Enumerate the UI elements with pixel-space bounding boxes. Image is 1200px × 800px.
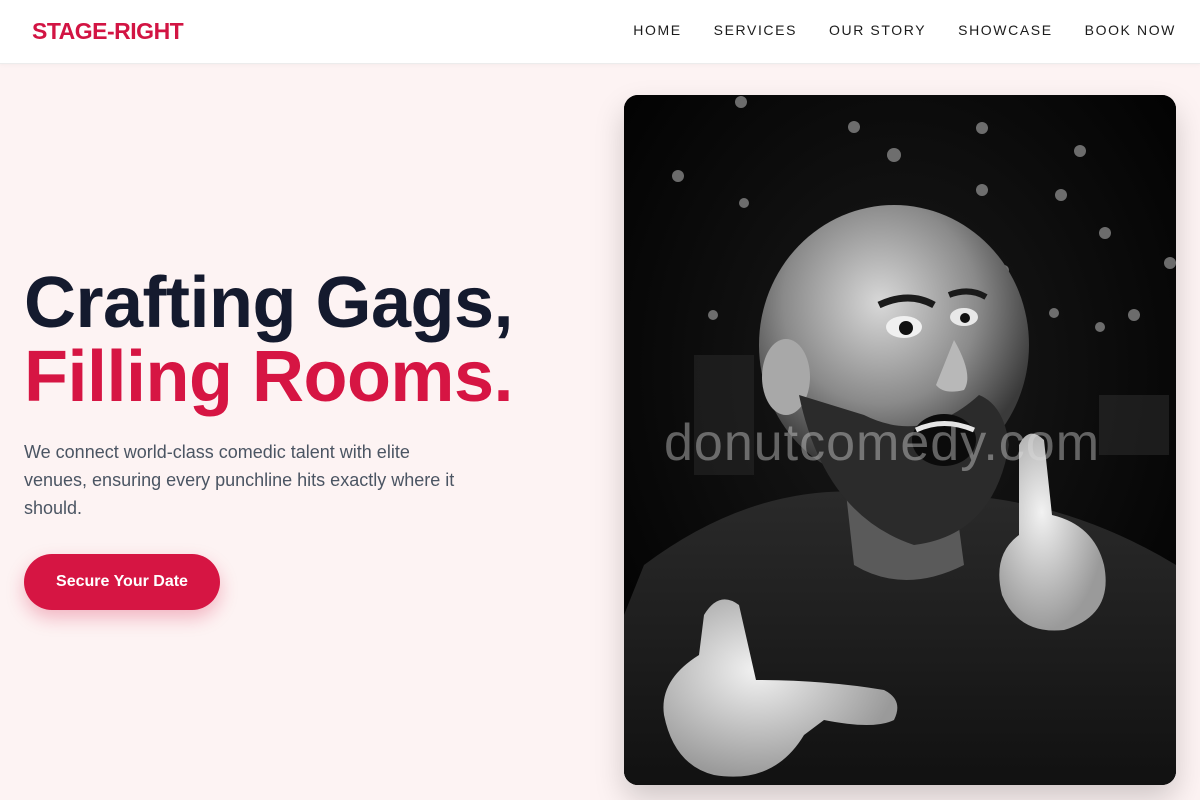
hero-subtext: We connect world-class comedic talent wi… <box>24 442 455 518</box>
nav-link-our-story[interactable]: OUR STORY <box>829 22 926 38</box>
nav-link-services[interactable]: SERVICES <box>714 22 797 38</box>
hero-photo: donutcomedy.com <box>624 95 1176 785</box>
nav-link-showcase[interactable]: SHOWCASE <box>958 22 1052 38</box>
hero-heading: Crafting Gags, Filling Rooms. <box>24 263 514 417</box>
hero-heading-line1: Crafting Gags, <box>24 263 514 343</box>
secure-date-button[interactable]: Secure Your Date <box>24 554 220 610</box>
nav-link-home[interactable]: HOME <box>633 22 681 38</box>
brand-logo[interactable]: STAGE-RIGHT <box>32 18 184 45</box>
hero-heading-line2: Filling Rooms. <box>24 337 513 417</box>
photo-watermark: donutcomedy.com <box>664 414 1101 472</box>
main-nav: HOME SERVICES OUR STORY SHOWCASE BOOK NO… <box>633 22 1176 38</box>
nav-link-book-now[interactable]: BOOK NOW <box>1085 22 1176 38</box>
top-navbar: STAGE-RIGHT HOME SERVICES OUR STORY SHOW… <box>0 0 1200 64</box>
